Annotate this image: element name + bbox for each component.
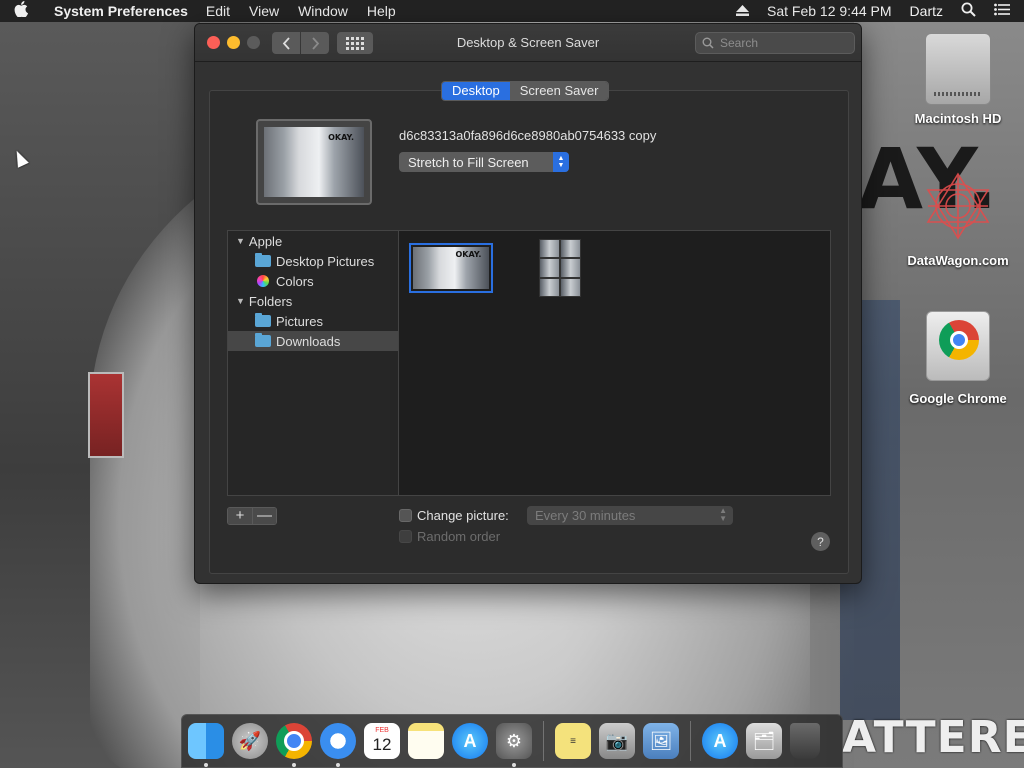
updown-chevron-icon: ▲ ▼ xyxy=(553,152,569,172)
menu-window[interactable]: Window xyxy=(298,3,348,19)
wallpaper-grid: OKAY. xyxy=(399,230,831,496)
help-button[interactable]: ? xyxy=(811,532,830,551)
dock-preview-icon[interactable]: 🖼 xyxy=(643,723,679,759)
preview-image: OKAY. xyxy=(264,127,364,197)
change-picture-label: Change picture: xyxy=(417,508,509,523)
apple-menu-icon[interactable] xyxy=(14,1,42,21)
dock-app-store-icon[interactable]: A xyxy=(452,723,488,759)
wallpaper-thumbnail[interactable] xyxy=(539,239,581,297)
menu-bar: System Preferences Edit View Window Help… xyxy=(0,0,1024,22)
dock-notes-icon[interactable] xyxy=(408,723,444,759)
change-picture-checkbox[interactable] xyxy=(399,509,412,522)
folder-icon xyxy=(255,253,271,267)
menu-user[interactable]: Dartz xyxy=(910,3,943,19)
sidebar-group-folders[interactable]: ▼ Folders xyxy=(228,291,398,311)
dock-separator xyxy=(543,721,544,761)
dock-trash-icon[interactable] xyxy=(790,723,820,759)
desktop-screensaver-window: Desktop & Screen Saver Search Desktop Sc… xyxy=(194,23,862,584)
calendar-day: 12 xyxy=(372,735,392,754)
thumbnail-caption: OKAY. xyxy=(455,250,482,260)
menu-clock[interactable]: Sat Feb 12 9:44 PM xyxy=(767,3,892,19)
tab-desktop[interactable]: Desktop xyxy=(442,82,510,100)
sidebar-item-label: Desktop Pictures xyxy=(276,253,375,269)
preview-caption: OKAY. xyxy=(328,132,354,142)
color-wheel-icon xyxy=(257,275,269,287)
tab-screen-saver[interactable]: Screen Saver xyxy=(509,82,609,100)
datawagon-icon xyxy=(926,172,990,240)
spotlight-search-icon[interactable] xyxy=(961,2,976,20)
calendar-month: FEB xyxy=(375,727,389,734)
dock-stickies-icon[interactable]: ≡ xyxy=(555,723,591,759)
source-sidebar: ▼ Apple Desktop Pictures Colors ▼ Folder… xyxy=(227,230,399,496)
fill-mode-select[interactable]: Stretch to Fill Screen ▲ ▼ xyxy=(399,152,569,172)
random-order-label: Random order xyxy=(417,529,501,544)
tab-bar: Desktop Screen Saver xyxy=(441,81,610,101)
dock-finder-icon[interactable] xyxy=(188,723,224,767)
menu-app-name[interactable]: System Preferences xyxy=(54,3,188,19)
dock-app-store-downloads-icon[interactable]: A xyxy=(702,723,738,759)
thumbnail-image: OKAY. xyxy=(413,247,489,289)
remove-folder-button[interactable]: — xyxy=(252,508,276,524)
dock: 🚀 FEB 12 A ⚙ ≡ 📷 🖼 A 🗂 xyxy=(181,714,843,768)
hard-drive-icon xyxy=(925,33,991,105)
dock-system-preferences-icon[interactable]: ⚙ xyxy=(496,723,532,767)
sidebar-group-label: Apple xyxy=(248,233,283,249)
notification-center-icon[interactable] xyxy=(994,3,1010,19)
disclosure-triangle-icon[interactable]: ▼ xyxy=(236,236,245,246)
folder-icon xyxy=(255,313,271,327)
window-titlebar[interactable]: Desktop & Screen Saver Search xyxy=(195,24,861,62)
menu-edit[interactable]: Edit xyxy=(206,3,230,19)
dock-safari-icon[interactable] xyxy=(320,723,356,767)
chrome-icon xyxy=(926,311,990,381)
wallpaper-thumbnail-selected[interactable]: OKAY. xyxy=(409,243,493,293)
dock-launchpad-icon[interactable]: 🚀 xyxy=(232,723,268,759)
dock-screenshot-icon[interactable]: 📷 xyxy=(599,723,635,759)
desktop-icon-macintosh-hd[interactable]: Macintosh HD xyxy=(898,33,1018,126)
current-wallpaper-preview: OKAY. xyxy=(256,119,372,205)
change-interval-select[interactable]: Every 30 minutes ▲ ▼ xyxy=(527,506,733,525)
desktop-icon-label: Macintosh HD xyxy=(914,111,1002,126)
menu-view[interactable]: View xyxy=(249,3,279,19)
sidebar-item-desktop-pictures[interactable]: Desktop Pictures xyxy=(228,251,398,271)
wallpaper-caption-bottom: ATTEREDS xyxy=(842,712,1024,763)
menu-bar-status-area: Sat Feb 12 9:44 PM Dartz xyxy=(736,0,1010,22)
disclosure-triangle-icon[interactable]: ▼ xyxy=(236,296,245,306)
random-order-checkbox[interactable] xyxy=(399,530,412,543)
add-folder-button[interactable]: + xyxy=(228,508,252,524)
fill-mode-value: Stretch to Fill Screen xyxy=(408,154,529,170)
dock-separator xyxy=(690,721,691,761)
sidebar-item-label: Colors xyxy=(276,273,314,289)
sidebar-item-pictures[interactable]: Pictures xyxy=(228,311,398,331)
wallpaper-wall-sign xyxy=(88,372,124,458)
sidebar-item-colors[interactable]: Colors xyxy=(228,271,398,291)
search-placeholder: Search xyxy=(720,36,759,50)
change-interval-value: Every 30 minutes xyxy=(535,508,636,523)
search-icon xyxy=(702,37,714,49)
sidebar-item-downloads[interactable]: Downloads xyxy=(228,331,398,351)
folder-icon xyxy=(255,333,271,347)
current-file-name: d6c83313a0fa896d6ce8980ab0754633 copy xyxy=(399,128,657,143)
dock-chrome-icon[interactable] xyxy=(276,723,312,767)
dock-calendar-icon[interactable]: FEB 12 xyxy=(364,723,400,759)
desktop-icon-google-chrome[interactable]: Google Chrome xyxy=(898,311,1018,406)
desktop-icon-label: Google Chrome xyxy=(909,391,1007,406)
desktop-icon-label: DataWagon.com xyxy=(907,253,1009,268)
menu-help[interactable]: Help xyxy=(367,3,396,19)
dock-image-capture-icon[interactable]: 🗂 xyxy=(746,723,782,759)
search-input[interactable]: Search xyxy=(695,32,855,54)
sidebar-group-apple[interactable]: ▼ Apple xyxy=(228,231,398,251)
sidebar-item-label: Pictures xyxy=(276,313,323,329)
sidebar-item-label: Downloads xyxy=(276,333,341,349)
sidebar-group-label: Folders xyxy=(248,293,293,309)
desktop-icon-datawagon[interactable]: DataWagon.com xyxy=(898,170,1018,268)
add-remove-control: + — xyxy=(227,507,277,525)
updown-chevron-icon: ▲ ▼ xyxy=(719,506,727,523)
eject-icon[interactable] xyxy=(736,3,750,19)
